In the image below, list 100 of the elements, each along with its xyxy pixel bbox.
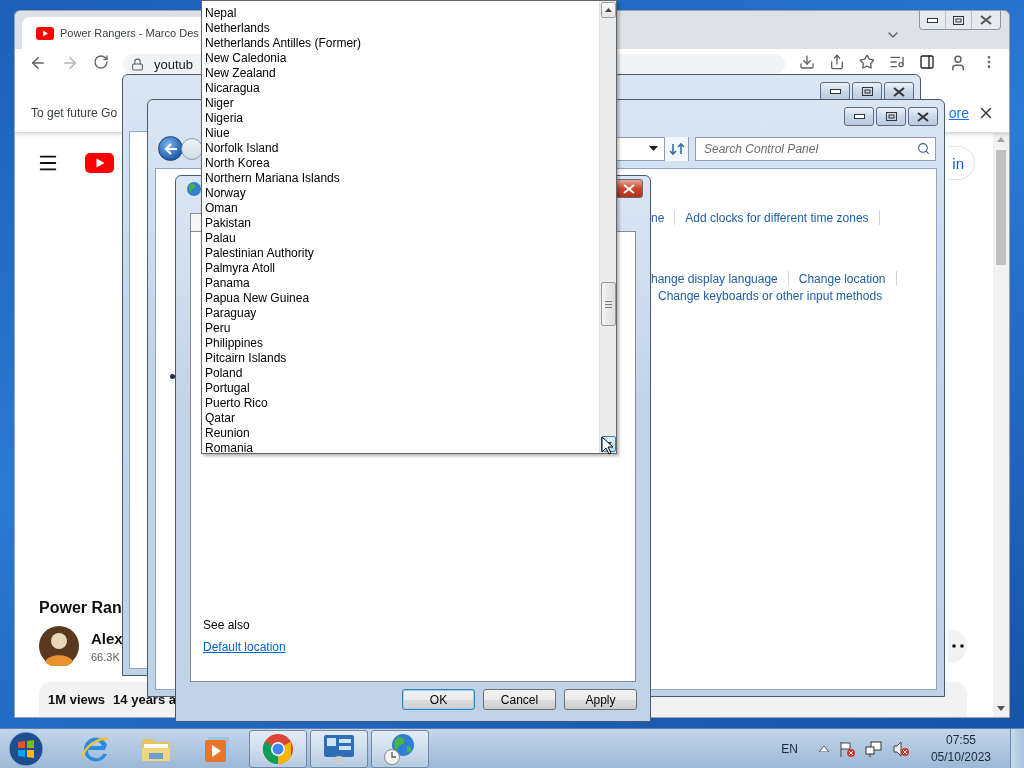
search-icon[interactable]	[917, 141, 930, 155]
dialog-button[interactable]: OK	[402, 689, 475, 710]
sign-in-button[interactable]: in	[948, 146, 975, 180]
circle-logo-icon[interactable]	[262, 732, 294, 765]
scroll-up-button[interactable]	[600, 2, 616, 18]
settings-link[interactable]: Change keyboards or other input methods	[658, 289, 883, 303]
control-panel-icon[interactable]	[322, 732, 356, 765]
scroll-down-icon[interactable]	[997, 706, 1005, 711]
close-button[interactable]	[908, 107, 938, 126]
country-option[interactable]: Pitcairn Islands	[205, 351, 599, 366]
clock-time[interactable]: 07:55	[945, 733, 976, 747]
avatar[interactable]	[39, 626, 79, 666]
grip-icon	[604, 300, 612, 308]
country-option[interactable]: Palau	[205, 231, 599, 246]
dialog-button[interactable]: Cancel	[483, 689, 556, 710]
country-option[interactable]: Puerto Rico	[205, 396, 599, 411]
country-option[interactable]: Niue	[205, 126, 599, 141]
close-icon	[623, 183, 635, 194]
country-option[interactable]: Paraguay	[205, 306, 599, 321]
country-option[interactable]: Oman	[205, 201, 599, 216]
learn-more-link[interactable]: ore	[948, 104, 969, 121]
maximize-icon	[885, 112, 897, 121]
search-field[interactable]: Search Control Panel	[695, 136, 936, 161]
back-button[interactable]	[158, 136, 183, 161]
taskbar-app[interactable]	[371, 729, 429, 768]
star-icon[interactable]	[859, 54, 875, 70]
dialog-tab[interactable]	[190, 213, 202, 231]
country-option[interactable]: Northern Mariana Islands	[205, 171, 599, 186]
scroll-thumb[interactable]	[600, 282, 616, 326]
settings-link[interactable]: Add clocks for different time zones	[685, 210, 869, 225]
settings-link[interactable]: hange display language	[651, 271, 778, 286]
close-icon	[917, 111, 929, 122]
more-button[interactable]	[948, 629, 967, 663]
clock-date[interactable]: 05/10/2023	[930, 750, 991, 764]
download-icon[interactable]	[799, 54, 815, 70]
country-option[interactable]: Palmyra Atoll	[205, 261, 599, 276]
profile-icon[interactable]	[949, 54, 967, 72]
view-count: 1M views	[48, 692, 106, 707]
country-option[interactable]: Portugal	[205, 381, 599, 396]
arrow-left-icon	[163, 142, 178, 155]
country-option[interactable]: Romania	[205, 441, 599, 453]
close-icon	[893, 86, 905, 97]
country-option[interactable]: Nicaragua	[205, 81, 599, 96]
country-option[interactable]: Reunion	[205, 426, 599, 441]
country-option[interactable]: Papua New Guinea	[205, 291, 599, 306]
dropdown-arrow-icon[interactable]	[648, 146, 658, 151]
maximize-icon	[953, 15, 964, 25]
link-separator	[895, 271, 897, 286]
dialog-button[interactable]: Apply	[564, 689, 637, 710]
country-option[interactable]: Panama	[205, 276, 599, 291]
country-option[interactable]: Philippines	[205, 336, 599, 351]
network-icon[interactable]	[864, 739, 883, 758]
scroll-thumb[interactable]	[996, 150, 1006, 265]
country-option[interactable]: Peru	[205, 321, 599, 336]
country-option[interactable]: Poland	[205, 366, 599, 381]
muted-speaker-icon[interactable]	[891, 739, 910, 758]
forward-button[interactable]	[181, 137, 203, 160]
settings-link[interactable]: ne	[651, 210, 665, 225]
show-desktop-button[interactable]	[1010, 729, 1024, 768]
country-option[interactable]: New Zealand	[205, 66, 599, 81]
country-option[interactable]: Niger	[205, 96, 599, 111]
maximize-button[interactable]	[876, 107, 906, 126]
start-button[interactable]	[6, 729, 46, 768]
settings-link[interactable]: Change location	[798, 271, 886, 286]
side-panel-icon[interactable]	[919, 54, 935, 70]
back-icon[interactable]	[29, 54, 47, 72]
link-separator	[878, 210, 880, 225]
share-icon[interactable]	[829, 54, 845, 70]
minimize-icon	[829, 89, 841, 94]
play-logo-icon	[36, 26, 54, 40]
more-icon	[951, 644, 964, 648]
playlist-icon[interactable]	[889, 54, 905, 70]
language-indicator[interactable]: EN	[781, 741, 798, 756]
show-hidden-icons-icon[interactable]	[818, 745, 829, 752]
close-icon	[980, 15, 992, 25]
default-location-link[interactable]: Default location	[203, 640, 635, 654]
globe-clock-icon[interactable]	[383, 731, 417, 766]
reload-icon[interactable]	[93, 54, 109, 70]
upload-age: 14 years a	[113, 692, 176, 707]
country-option[interactable]: Palestinian Authority	[205, 246, 599, 261]
taskbar-app[interactable]	[249, 729, 307, 768]
scrollbar[interactable]	[993, 133, 1009, 717]
close-button[interactable]	[615, 179, 643, 198]
country-option[interactable]: Norfolk Island	[205, 141, 599, 156]
maximize-icon	[861, 87, 873, 96]
country-option[interactable]: New Caledonia	[205, 51, 599, 66]
see-also-heading: See also	[203, 618, 251, 632]
scrollbar[interactable]	[599, 1, 616, 453]
country-option[interactable]: Qatar	[205, 411, 599, 426]
refresh-icon[interactable]	[668, 141, 685, 156]
country-option[interactable]: Norway	[205, 186, 599, 201]
play-icon[interactable]	[203, 734, 231, 763]
play-logo-icon[interactable]	[85, 153, 114, 173]
flag-icon[interactable]	[837, 739, 856, 758]
channel-name[interactable]: Alex	[91, 629, 123, 647]
country-option[interactable]: Pakistan	[205, 216, 599, 231]
minimize-button[interactable]	[844, 107, 874, 126]
country-option[interactable]: North Korea	[205, 156, 599, 171]
country-option[interactable]: Nigeria	[205, 111, 599, 126]
taskbar-app[interactable]	[310, 729, 368, 768]
